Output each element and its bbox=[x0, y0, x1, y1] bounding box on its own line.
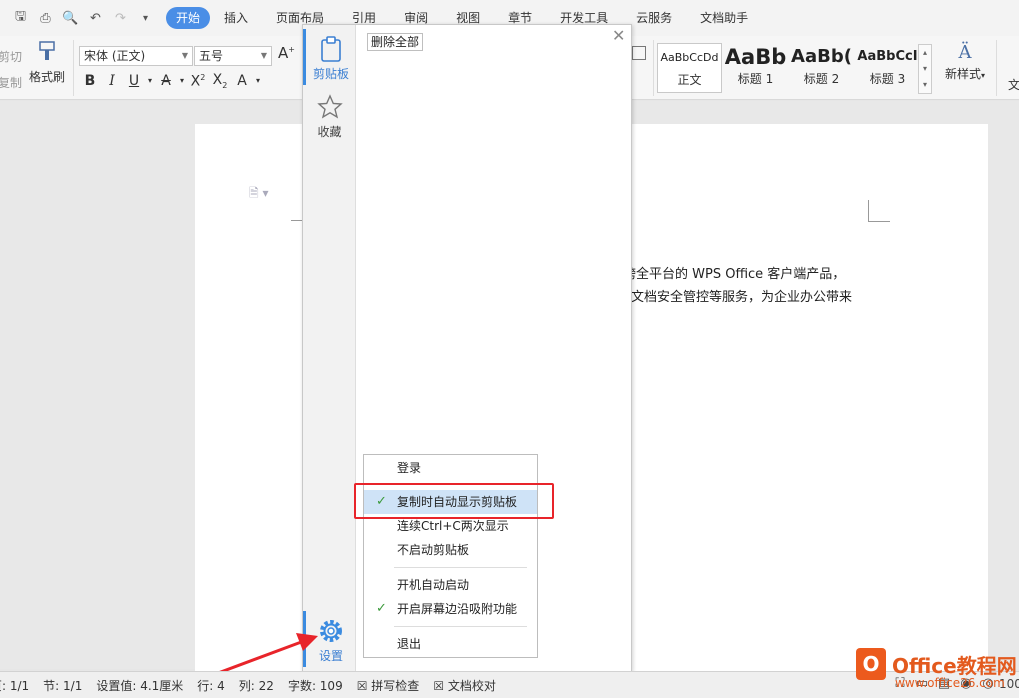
status-setting-value[interactable]: 设置值: 4.1厘米 bbox=[96, 677, 183, 694]
spellcheck-button[interactable]: ☒ 拼写检查 bbox=[357, 677, 420, 694]
spellcheck-icon: ☒ bbox=[356, 678, 368, 693]
spellcheck-label: 拼写检查 bbox=[371, 678, 420, 693]
status-word-count[interactable]: 字数: 109 bbox=[288, 677, 343, 694]
doc-proofread-label: 文档校对 bbox=[447, 678, 496, 693]
status-column: 列: 22 bbox=[238, 678, 274, 693]
status-row: 行: 4 bbox=[197, 678, 225, 693]
proofread-icon: ☒ bbox=[433, 678, 445, 693]
annotation-arrow bbox=[177, 633, 318, 690]
watermark-url: www.office26.com bbox=[895, 676, 1005, 690]
status-section: 节: 1/1 bbox=[43, 678, 83, 693]
doc-proofread-button[interactable]: ☒ 文档校对 bbox=[433, 677, 496, 694]
status-page[interactable]: 页: 1/1 bbox=[0, 677, 29, 694]
watermark-brand: Office教程网 bbox=[892, 654, 1017, 678]
office-logo-icon: O bbox=[856, 648, 886, 680]
